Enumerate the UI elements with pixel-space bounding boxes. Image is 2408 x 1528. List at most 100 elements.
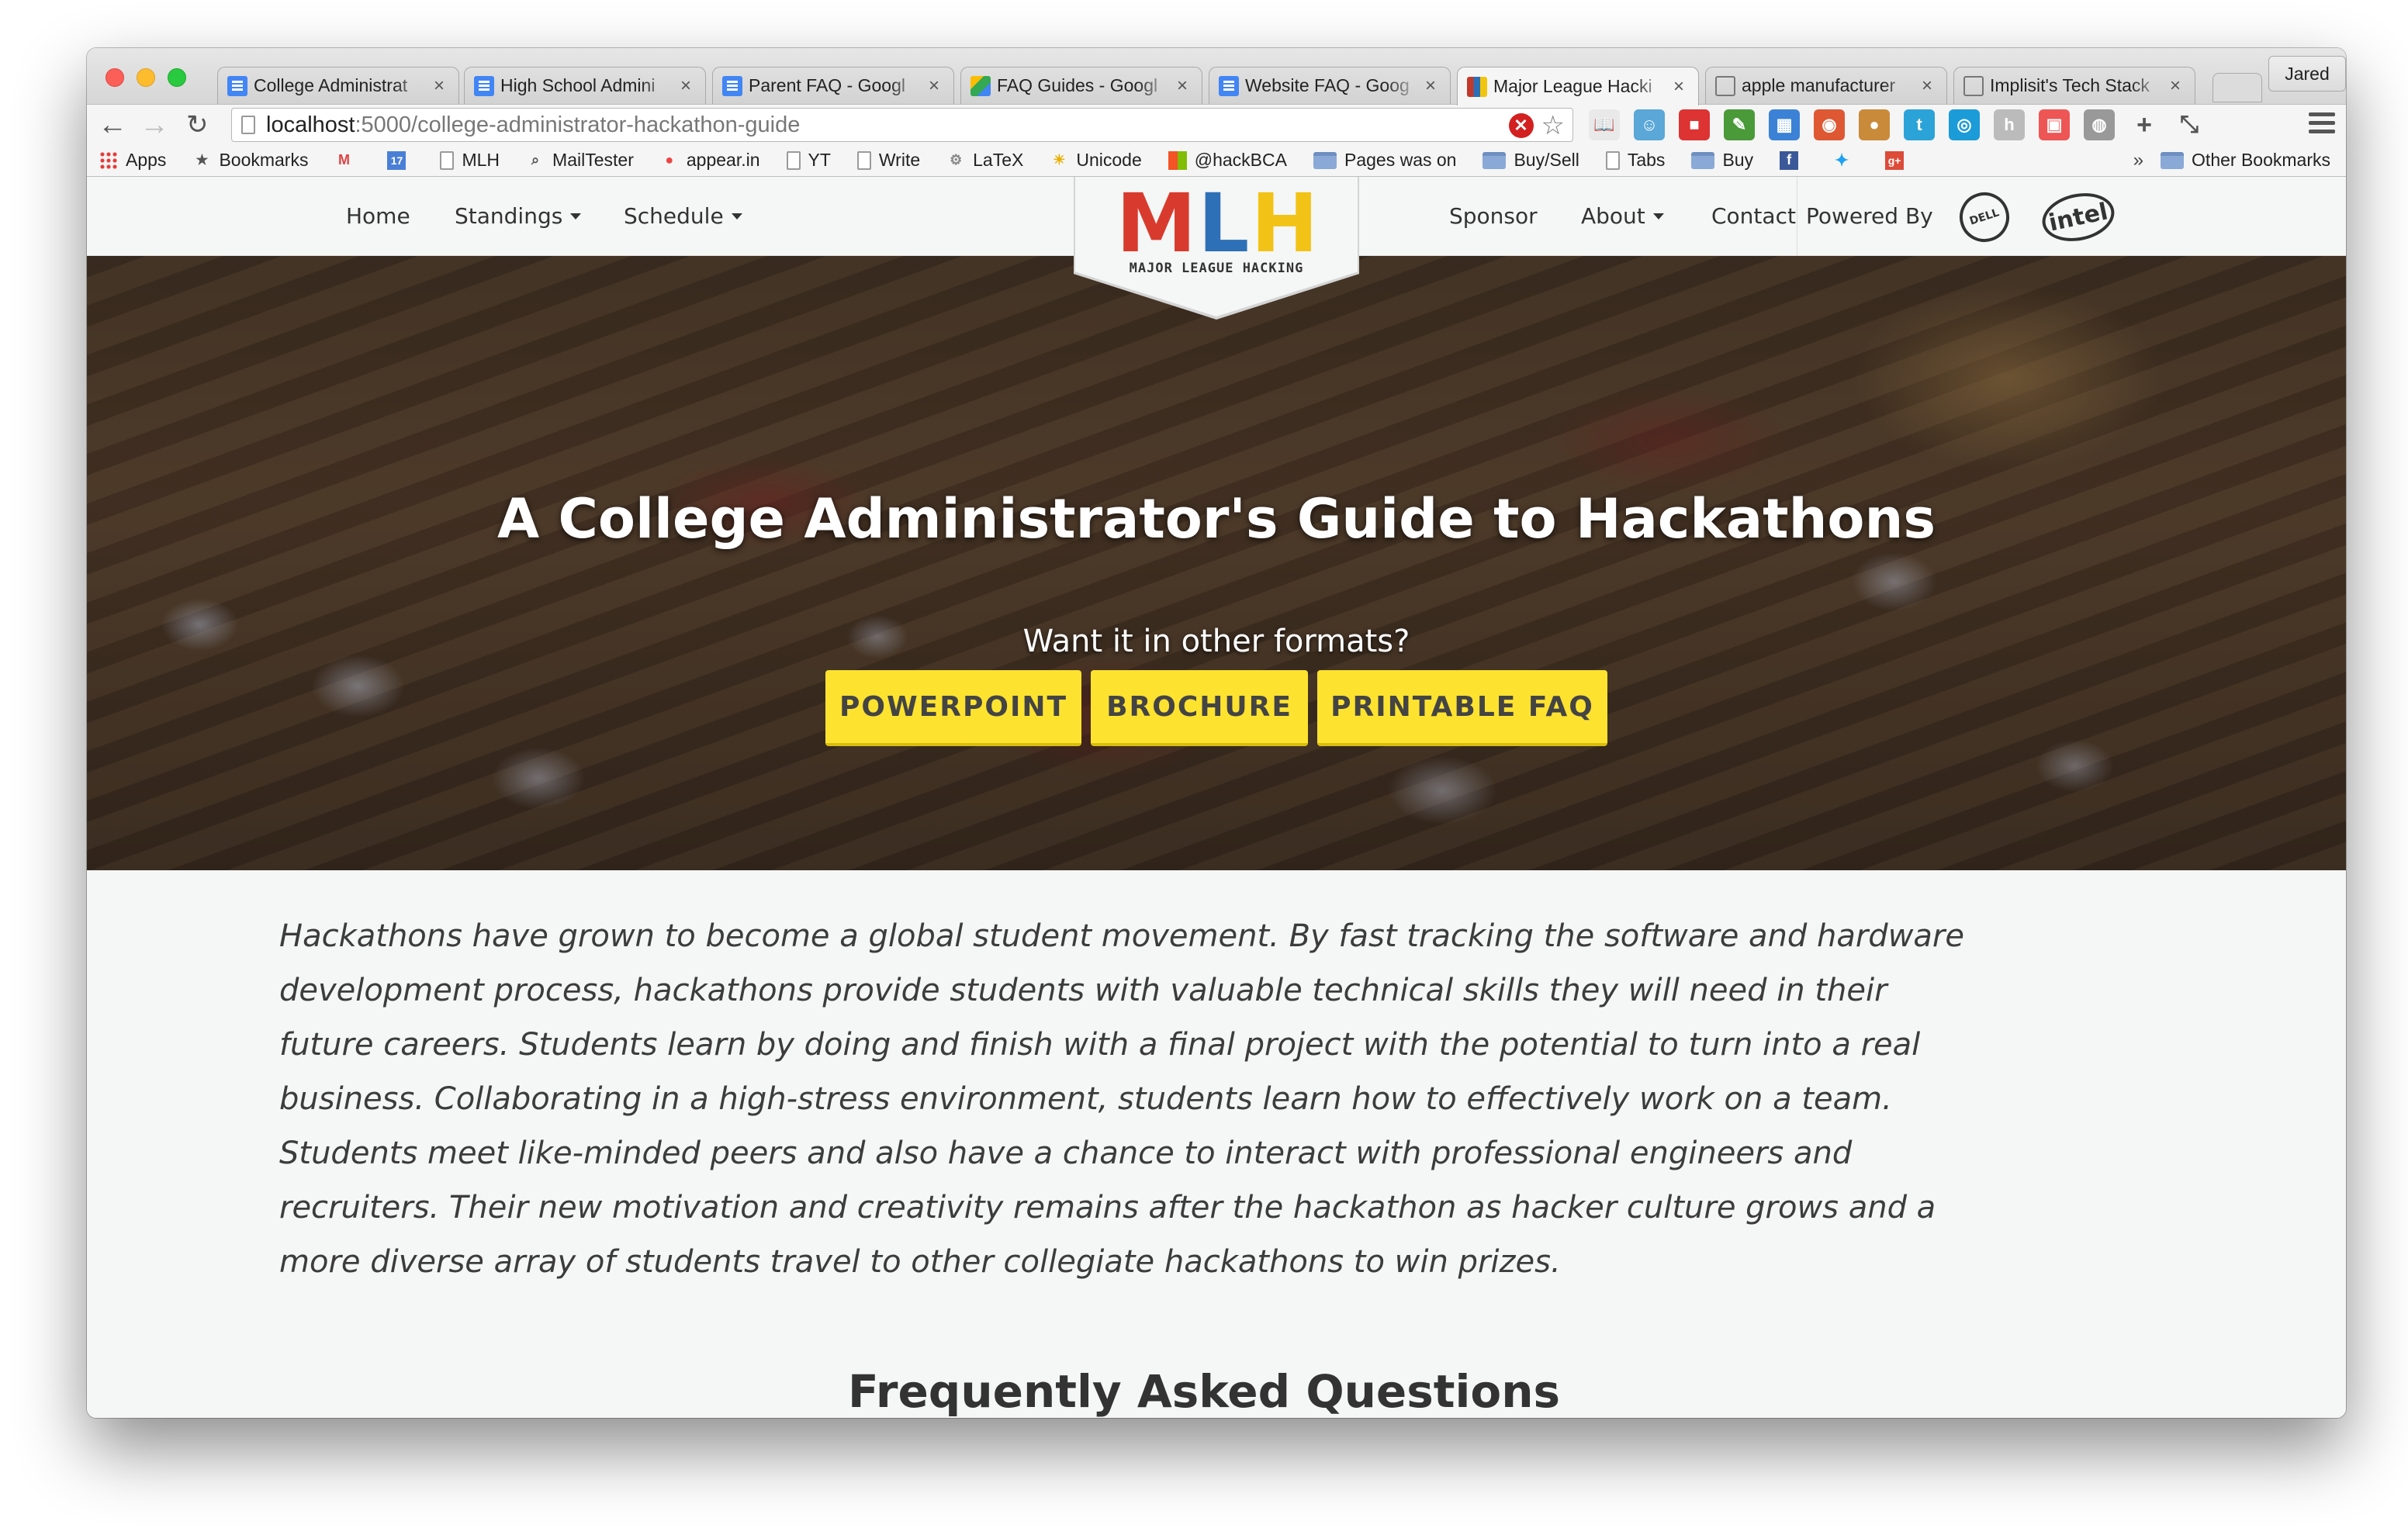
bookmark-mlh[interactable]: MLH [440, 150, 500, 171]
bookmark-appearin[interactable]: ● appear.in [660, 150, 760, 171]
nav-home[interactable]: Home [346, 203, 410, 229]
other-bookmarks[interactable]: Other Bookmarks [2161, 150, 2330, 171]
bookmark-tabs[interactable]: Tabs [1605, 150, 1666, 171]
twitter-icon: ✦ [1834, 150, 1849, 170]
logo-letter-l: L [1198, 176, 1249, 271]
blocked-icon[interactable]: ✕ [1508, 113, 1534, 138]
ghostery-icon[interactable]: ☺ [1634, 109, 1665, 140]
docs-icon [1219, 75, 1239, 96]
tab-title: College Administrat [254, 75, 408, 95]
bookmark-googleplus[interactable]: g+ [1885, 150, 1912, 170]
bookmark-label: Unicode [1076, 150, 1142, 170]
nav-schedule[interactable]: Schedule [624, 203, 742, 229]
unicode-icon: ☀ [1053, 152, 1066, 168]
browser-tab[interactable]: FAQ Guides - Googl × [960, 67, 1202, 104]
bookmark-label: appear.in [686, 150, 760, 170]
bookmark-gmail[interactable]: M [334, 151, 361, 170]
close-icon[interactable]: × [680, 75, 696, 97]
browser-tab[interactable]: Implisit's Tech Stack × [1953, 67, 2195, 104]
intro-paragraph: Hackathons have grown to become a global… [279, 918, 1964, 1280]
mail-icon [1715, 75, 1735, 96]
tab-title: Parent FAQ - Googl [749, 75, 905, 95]
minimize-window-button[interactable] [137, 68, 155, 87]
browser-tab[interactable]: Website FAQ - Goog × [1209, 67, 1451, 104]
page-icon [241, 116, 255, 134]
browser-tab[interactable]: High School Admini × [464, 67, 706, 104]
gear-icon: ⚙ [950, 152, 963, 168]
printable-faq-button[interactable]: PRINTABLE FAQ [1317, 670, 1607, 746]
reload-icon[interactable]: ↻ [186, 109, 209, 140]
bookmark-calendar[interactable]: 17 [387, 150, 413, 170]
close-icon[interactable]: × [1922, 75, 1937, 97]
readlater-icon[interactable]: ■ [1679, 109, 1710, 140]
bookmark-folder-buysell[interactable]: Buy/Sell [1483, 150, 1579, 171]
bookmark-hackbca[interactable]: @hackBCA [1168, 150, 1287, 171]
refresh-ext-icon[interactable]: ◎ [1949, 109, 1980, 140]
bookmark-folder-buy[interactable]: Buy [1691, 150, 1753, 171]
bookmark-write[interactable]: Write [856, 150, 920, 171]
address-bar[interactable]: localhost:5000/college-administrator-hac… [231, 108, 1573, 142]
close-icon[interactable]: × [434, 75, 449, 97]
bookmark-unicode[interactable]: ☀ Unicode [1050, 150, 1141, 171]
logo-letter-m: M [1116, 176, 1196, 271]
zoom-window-button[interactable] [168, 68, 186, 87]
crosshair-icon[interactable]: + [2129, 109, 2160, 140]
bookmark-bookmarks[interactable]: ★ Bookmarks [192, 150, 308, 171]
reader-icon[interactable]: 📖 [1589, 109, 1620, 140]
browser-tab-active[interactable]: Major League Hacki × [1457, 67, 1699, 105]
browser-tab[interactable]: College Administrat × [217, 67, 459, 104]
more-bookmarks-icon[interactable]: » [2133, 150, 2143, 171]
brochure-button[interactable]: BROCHURE [1091, 670, 1308, 746]
bookmark-star-icon[interactable]: ☆ [1541, 112, 1565, 139]
bookmark-label: LaTeX [973, 150, 1024, 170]
forward-icon[interactable]: → [140, 109, 169, 140]
back-icon[interactable]: ← [98, 109, 127, 140]
nav-sponsor[interactable]: Sponsor [1449, 203, 1538, 229]
resize-icon[interactable]: ⤡ [2174, 109, 2205, 140]
bookmark-mailtester[interactable]: ⌕ MailTester [526, 150, 634, 171]
nav-about[interactable]: About [1581, 203, 1664, 229]
nav-standings[interactable]: Standings [455, 203, 582, 229]
bookmarks-bar: Apps ★ Bookmarks M 17 MLH ⌕ MailTester ●… [87, 144, 2346, 177]
profile-button[interactable]: Jared [2268, 56, 2346, 92]
powered-by-text: Powered By [1806, 203, 1933, 229]
close-icon[interactable]: × [1425, 75, 1441, 97]
h-icon[interactable]: h [1994, 109, 2025, 140]
cookie-icon[interactable]: ● [1859, 109, 1890, 140]
bookmark-twitter[interactable]: ✦ [1832, 150, 1859, 170]
close-icon[interactable]: × [929, 75, 944, 97]
powerpoint-button[interactable]: POWERPOINT [825, 670, 1081, 746]
folder-icon [2161, 151, 2185, 169]
bookmark-label: Buy/Sell [1514, 150, 1579, 170]
dell-logo[interactable]: DELL [1953, 185, 2016, 249]
bookmark-label: Apps [126, 150, 167, 170]
close-window-button[interactable] [106, 68, 124, 87]
close-icon[interactable]: × [1673, 76, 1689, 98]
globe-icon[interactable]: ◍ [2084, 109, 2115, 140]
browser-tab[interactable]: Parent FAQ - Googl × [712, 67, 954, 104]
bookmark-latex[interactable]: ⚙ LaTeX [946, 150, 1023, 171]
bookmark-facebook[interactable]: f [1780, 150, 1806, 170]
nav-contact[interactable]: Contact [1711, 203, 1796, 229]
bookmark-apps[interactable]: Apps [99, 150, 166, 171]
hero-banner: A College Administrator's Guide to Hacka… [87, 256, 2346, 870]
close-icon[interactable]: × [2170, 75, 2185, 97]
duckduckgo-icon[interactable]: ◉ [1814, 109, 1845, 140]
evernote-icon[interactable]: ✎ [1724, 109, 1755, 140]
tab-title: High School Admini [500, 75, 656, 95]
window-icon[interactable]: ▦ [1769, 109, 1800, 140]
bookmark-folder-pages[interactable]: Pages was on [1313, 150, 1456, 171]
bookmark-label: Tabs [1627, 150, 1666, 170]
page-icon [1605, 150, 1620, 170]
bookmark-yt[interactable]: YT [786, 150, 831, 171]
screenshot-icon[interactable]: ▣ [2039, 109, 2070, 140]
close-icon[interactable]: × [1177, 75, 1192, 97]
new-tab-button[interactable] [2213, 73, 2262, 102]
browser-tab[interactable]: apple manufacturer × [1705, 67, 1947, 104]
menu-icon[interactable] [2309, 112, 2335, 138]
gmail-icon: M [337, 152, 350, 168]
tab-title: apple manufacturer [1742, 75, 1896, 95]
google-plus-icon: g+ [1885, 150, 1905, 170]
tumblr-icon[interactable]: t [1904, 109, 1935, 140]
intel-logo[interactable]: intel [2037, 186, 2119, 248]
